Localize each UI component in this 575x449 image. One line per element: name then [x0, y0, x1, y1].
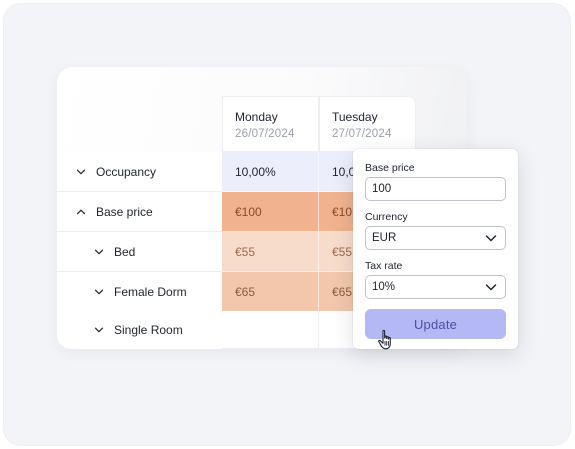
- price-editor-popup: Base price Currency EUR Tax rate 10% Upd…: [353, 149, 518, 349]
- chevron-down-icon[interactable]: [94, 247, 104, 257]
- chevron-down-icon[interactable]: [76, 167, 86, 177]
- cell-base-price-monday[interactable]: €100: [222, 192, 319, 232]
- chevron-down-icon: [485, 234, 497, 243]
- row-label: Female Dorm: [114, 284, 187, 299]
- day-header-monday: Monday 26/07/2024: [222, 96, 319, 152]
- day-date: 27/07/2024: [332, 128, 392, 140]
- tax-rate-label: Tax rate: [365, 260, 403, 272]
- row-label: Base price: [96, 204, 153, 219]
- cell-occupancy-monday[interactable]: 10,00%: [222, 152, 319, 192]
- row-single-room[interactable]: Single Room: [57, 311, 222, 349]
- base-price-field[interactable]: [365, 177, 506, 201]
- row-label: Bed: [114, 244, 136, 259]
- cell-bed-monday[interactable]: €55: [222, 232, 319, 272]
- day-name: Tuesday: [332, 110, 378, 124]
- chevron-down-icon: [485, 283, 497, 292]
- base-price-input[interactable]: [372, 183, 505, 195]
- currency-value: EUR: [372, 232, 397, 244]
- chevron-down-icon[interactable]: [94, 287, 104, 297]
- row-label: Occupancy: [96, 164, 157, 179]
- base-price-label: Base price: [365, 162, 415, 174]
- row-female-dorm[interactable]: Female Dorm: [57, 272, 222, 312]
- row-base-price[interactable]: Base price: [57, 192, 222, 232]
- currency-select[interactable]: EUR: [365, 226, 506, 250]
- chevron-up-icon[interactable]: [76, 207, 86, 217]
- day-header-tuesday: Tuesday 27/07/2024: [319, 96, 416, 152]
- tax-rate-select[interactable]: 10%: [365, 275, 506, 299]
- hand-pointer-icon: [377, 329, 395, 351]
- chevron-down-icon[interactable]: [94, 325, 104, 335]
- cell-single-room-monday[interactable]: [222, 311, 319, 349]
- row-bed[interactable]: Bed: [57, 232, 222, 272]
- day-date: 26/07/2024: [235, 128, 295, 140]
- row-label: Single Room: [114, 323, 183, 337]
- cell-female-dorm-monday[interactable]: €65: [222, 272, 319, 312]
- currency-label: Currency: [365, 211, 408, 223]
- row-occupancy[interactable]: Occupancy: [57, 152, 222, 192]
- day-name: Monday: [235, 110, 278, 124]
- tax-rate-value: 10%: [372, 281, 396, 293]
